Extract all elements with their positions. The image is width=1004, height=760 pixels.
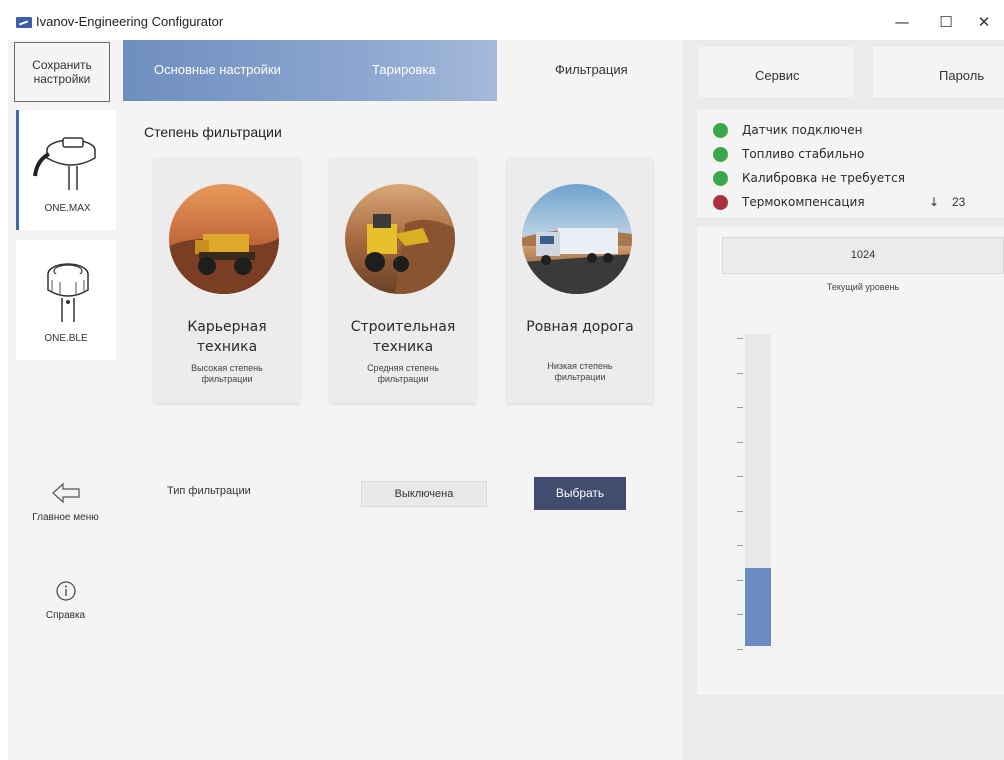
card-desc-road: Низкая степень фильтрации [547, 361, 613, 382]
construction-loader-image [345, 184, 455, 294]
tab-password[interactable]: Пароль [873, 47, 1004, 97]
status-panel: Датчик подключен Топливо стабильно Калиб… [697, 110, 1004, 217]
scale-tick [737, 545, 743, 546]
sensor-ble-icon [47, 263, 89, 322]
device-label-ble: ONE.BLE [44, 333, 88, 344]
filtration-title: Степень фильтрации [144, 124, 282, 140]
filter-type-field[interactable]: Выключена [361, 481, 487, 507]
close-button[interactable]: ✕ [966, 8, 1002, 36]
main-content: Основные настройки Тарировка Фильтрация … [123, 40, 683, 760]
scale-tick [737, 338, 743, 339]
mining-truck-image [169, 184, 279, 294]
scale-tick [737, 372, 743, 374]
right-panel: Сервис Пароль Датчик подключен Топливо с… [683, 40, 1004, 760]
scale-tick [737, 407, 743, 408]
minimize-button[interactable]: — [884, 8, 920, 36]
card-desc-mining: Высокая степень фильтрации [191, 363, 263, 384]
arrow-down-icon: ↓ [929, 195, 940, 209]
current-level-label: Текущий уровень [826, 282, 900, 292]
card-title-construction: Строительная техника [350, 319, 456, 355]
sensor-max-icon [33, 137, 96, 190]
status-text: Калибровка не требуется [742, 171, 905, 185]
help-button[interactable]: Справка [8, 580, 123, 621]
level-bar-fill [745, 568, 771, 646]
device-label-max: ONE.MAX [44, 203, 91, 214]
arrow-left-icon [51, 482, 80, 504]
tab-bar: Основные настройки Тарировка Фильтрация [123, 40, 683, 101]
status-dot-green [713, 147, 728, 162]
filter-card-road[interactable]: Ровная дорога Низкая степень фильтрации [507, 158, 653, 403]
title-bar: Ivanov-Engineering Configurator — ☐ ✕ [0, 0, 1004, 40]
status-dot-red [713, 195, 728, 210]
tab-service[interactable]: Сервис [699, 47, 853, 97]
status-dot-green [713, 171, 728, 186]
device-one-ble[interactable]: ONE.BLE [16, 240, 116, 360]
info-icon [55, 581, 76, 601]
thermo-value: 23 [952, 195, 966, 209]
app-logo-icon [16, 17, 32, 28]
tab-calibration[interactable]: Тарировка [372, 62, 436, 77]
status-text: Топливо стабильно [742, 147, 865, 161]
save-settings-button[interactable]: Сохранить настройки [14, 42, 110, 102]
status-text: Термокомпенсация [742, 195, 865, 209]
window-title: Ivanov-Engineering Configurator [36, 14, 224, 29]
filter-card-mining[interactable]: Карьерная техника Высокая степень фильтр… [154, 158, 300, 403]
scale-tick [737, 579, 743, 581]
scale-tick [737, 614, 743, 615]
filter-type-label: Тип фильтрации [167, 485, 251, 497]
card-desc-construction: Средняя степень фильтрации [367, 363, 439, 384]
road-truck-image [522, 184, 632, 294]
scale-tick [737, 648, 743, 650]
device-one-max[interactable]: ONE.MAX [16, 110, 116, 230]
level-panel: 1024 Текущий уровень [697, 227, 1004, 695]
tab-service-label: Сервис [755, 68, 800, 83]
window-left-border [0, 40, 8, 760]
tab-password-label: Пароль [939, 68, 985, 83]
main-menu-label: Главное меню [32, 512, 99, 523]
current-level-value: 1024 [722, 237, 1004, 274]
scale-tick [737, 476, 743, 477]
scale-tick [737, 510, 743, 512]
status-dot-green [713, 123, 728, 138]
tab-basic-settings[interactable]: Основные настройки [154, 62, 281, 77]
sidebar: Сохранить настройки ONE.MAX ONE.BLE Глав… [8, 40, 123, 760]
filter-card-construction[interactable]: Строительная техника Средняя степень фил… [330, 158, 476, 403]
card-title-mining: Карьерная техника [187, 319, 267, 355]
scale-tick [737, 441, 743, 443]
tab-filtration[interactable]: Фильтрация [555, 62, 628, 77]
status-text: Датчик подключен [742, 123, 863, 137]
card-title-road: Ровная дорога [526, 319, 634, 335]
help-label: Справка [45, 610, 86, 621]
select-button[interactable]: Выбрать [534, 477, 626, 510]
level-bar-track [745, 334, 771, 646]
maximize-button[interactable]: ☐ [928, 8, 964, 36]
main-menu-button[interactable]: Главное меню [8, 482, 123, 523]
